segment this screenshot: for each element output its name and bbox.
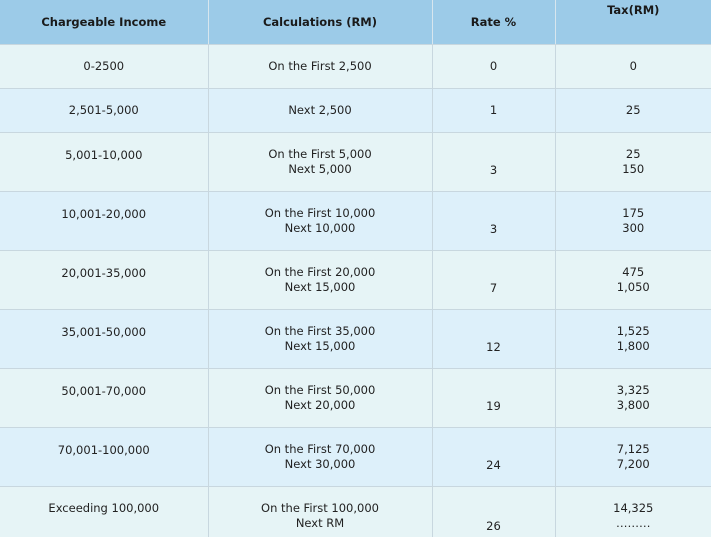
tax-cell: 14,325 ……… xyxy=(555,486,711,537)
income-cell: 0-2500 xyxy=(0,44,209,89)
calculation-line: Next 20,000 xyxy=(284,397,356,412)
rate-cell: 1 xyxy=(432,88,556,133)
calculation-line: On the First 70,000 xyxy=(264,441,376,456)
rate-cell: 0 xyxy=(432,44,556,89)
header-tax: Tax(RM) xyxy=(555,0,711,45)
tax-cell: 0 xyxy=(555,44,711,89)
table-row: 0-2500 On the First 2,500 0 0 xyxy=(0,44,711,89)
income-cell: 10,001-20,000 xyxy=(0,191,209,251)
table-row: 35,001-50,000 On the First 35,000 Next 1… xyxy=(0,309,711,369)
income-cell: 35,001-50,000 xyxy=(0,309,209,369)
table-body: 0-2500 On the First 2,500 0 0 2,501-5,00… xyxy=(0,44,711,537)
tax-line: 1,800 xyxy=(616,338,650,353)
calculation-line: Next 2,500 xyxy=(288,102,352,117)
calculation-cell: On the First 10,000 Next 10,000 xyxy=(208,191,433,251)
calculation-cell: On the First 70,000 Next 30,000 xyxy=(208,427,433,487)
rate-cell: 3 xyxy=(432,191,556,251)
tax-cell: 7,125 7,200 xyxy=(555,427,711,487)
rate-cell: 24 xyxy=(432,427,556,487)
rate-cell: 7 xyxy=(432,250,556,310)
calculation-line: Next 10,000 xyxy=(284,220,356,235)
tax-line: 14,325 xyxy=(613,500,654,515)
tax-line: 175 xyxy=(622,205,645,220)
rate-cell: 3 xyxy=(432,132,556,192)
tax-line: ……… xyxy=(616,515,651,530)
income-cell: Exceeding 100,000 xyxy=(0,486,209,537)
table-row: 5,001-10,000 On the First 5,000 Next 5,0… xyxy=(0,132,711,192)
calculation-line: Next 15,000 xyxy=(284,279,356,294)
rate-cell: 12 xyxy=(432,309,556,369)
tax-line: 0 xyxy=(629,58,637,73)
table-row: 70,001-100,000 On the First 70,000 Next … xyxy=(0,427,711,487)
header-rate: Rate % xyxy=(432,0,556,45)
calculation-cell: On the First 50,000 Next 20,000 xyxy=(208,368,433,428)
tax-line: 7,200 xyxy=(616,456,650,471)
calculation-line: On the First 20,000 xyxy=(264,264,376,279)
tax-line: 3,800 xyxy=(616,397,650,412)
income-cell: 50,001-70,000 xyxy=(0,368,209,428)
calculation-line: On the First 10,000 xyxy=(264,205,376,220)
calculation-line: On the First 35,000 xyxy=(264,323,376,338)
header-chargeable-income: Chargeable Income xyxy=(0,0,209,45)
calculation-cell: On the First 20,000 Next 15,000 xyxy=(208,250,433,310)
calculation-line: On the First 2,500 xyxy=(268,58,372,73)
calculation-cell: On the First 2,500 xyxy=(208,44,433,89)
table-row: 50,001-70,000 On the First 50,000 Next 2… xyxy=(0,368,711,428)
tax-rate-table: Chargeable Income Calculations (RM) Rate… xyxy=(0,0,711,537)
rate-cell: 26 xyxy=(432,486,556,537)
table-row: 20,001-35,000 On the First 20,000 Next 1… xyxy=(0,250,711,310)
income-cell: 2,501-5,000 xyxy=(0,88,209,133)
rate-cell: 19 xyxy=(432,368,556,428)
table-row: 10,001-20,000 On the First 10,000 Next 1… xyxy=(0,191,711,251)
tax-line: 3,325 xyxy=(616,382,650,397)
tax-line: 7,125 xyxy=(616,441,650,456)
header-row: Chargeable Income Calculations (RM) Rate… xyxy=(0,0,711,45)
tax-cell: 475 1,050 xyxy=(555,250,711,310)
calculation-cell: On the First 100,000 Next RM xyxy=(208,486,433,537)
tax-line: 1,525 xyxy=(616,323,650,338)
table-row: Exceeding 100,000 On the First 100,000 N… xyxy=(0,486,711,537)
calculation-line: On the First 5,000 xyxy=(268,146,372,161)
income-cell: 20,001-35,000 xyxy=(0,250,209,310)
calculation-line: Next RM xyxy=(295,515,345,530)
tax-cell: 1,525 1,800 xyxy=(555,309,711,369)
tax-line: 25 xyxy=(625,102,641,117)
income-cell: 70,001-100,000 xyxy=(0,427,209,487)
tax-cell: 175 300 xyxy=(555,191,711,251)
tax-line: 1,050 xyxy=(616,279,650,294)
tax-line: 25 xyxy=(625,146,641,161)
calculation-line: Next 5,000 xyxy=(288,161,352,176)
tax-cell: 25 xyxy=(555,88,711,133)
header-calculations: Calculations (RM) xyxy=(208,0,433,45)
calculation-cell: On the First 35,000 Next 15,000 xyxy=(208,309,433,369)
tax-line: 150 xyxy=(622,161,645,176)
income-cell: 5,001-10,000 xyxy=(0,132,209,192)
tax-line: 475 xyxy=(622,264,645,279)
calculation-line: Next 15,000 xyxy=(284,338,356,353)
tax-cell: 25 150 xyxy=(555,132,711,192)
calculation-cell: Next 2,500 xyxy=(208,88,433,133)
calculation-line: On the First 50,000 xyxy=(264,382,376,397)
table-row: 2,501-5,000 Next 2,500 1 25 xyxy=(0,88,711,133)
tax-line: 300 xyxy=(622,220,645,235)
tax-cell: 3,325 3,800 xyxy=(555,368,711,428)
calculation-cell: On the First 5,000 Next 5,000 xyxy=(208,132,433,192)
calculation-line: On the First 100,000 xyxy=(261,500,379,515)
calculation-line: Next 30,000 xyxy=(284,456,356,471)
table-header: Chargeable Income Calculations (RM) Rate… xyxy=(0,0,711,45)
